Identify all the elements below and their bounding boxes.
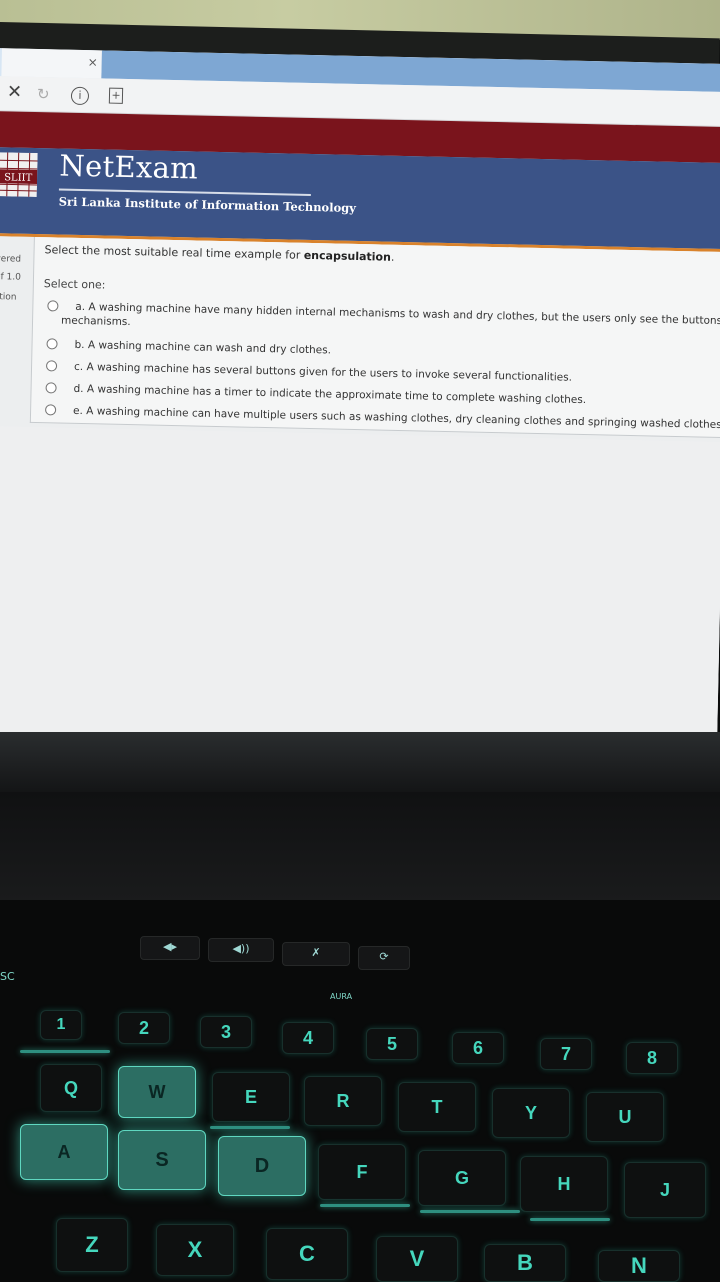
key-f[interactable]: F bbox=[318, 1144, 406, 1200]
fan-mode-key[interactable]: ⟳ bbox=[358, 946, 410, 970]
key-6[interactable]: 6 bbox=[452, 1032, 504, 1064]
flag-question-link[interactable]: stion bbox=[0, 292, 17, 302]
radio-button[interactable] bbox=[45, 360, 58, 372]
laptop-screen: × ✕ ↻ i + SLIIT NetExam Sri Lanka Instit… bbox=[0, 48, 720, 784]
question-keyword: encapsulation bbox=[303, 248, 392, 264]
institute-name: Sri Lanka Institute of Information Techn… bbox=[58, 194, 357, 215]
browser-tab[interactable]: × bbox=[1, 48, 103, 79]
keyboard-backlight-strip bbox=[210, 1126, 290, 1129]
key-c[interactable]: C bbox=[266, 1228, 348, 1280]
key-7[interactable]: 7 bbox=[540, 1038, 592, 1070]
key-3[interactable]: 3 bbox=[200, 1016, 252, 1048]
radio-button[interactable] bbox=[47, 300, 59, 312]
key-u[interactable]: U bbox=[586, 1092, 664, 1142]
screen-bottom-bezel bbox=[0, 732, 720, 792]
key-b[interactable]: B bbox=[484, 1244, 566, 1282]
keyboard-backlight-strip bbox=[530, 1218, 610, 1221]
keyboard-backlight-strip bbox=[20, 1050, 110, 1053]
keyboard-backlight-strip bbox=[320, 1204, 410, 1207]
question-info-panel: vered of 1.0 stion bbox=[0, 236, 36, 302]
question-mark: of 1.0 bbox=[0, 272, 21, 283]
esc-key[interactable]: SC bbox=[0, 970, 15, 983]
key-4[interactable]: 4 bbox=[282, 1022, 334, 1054]
key-h[interactable]: H bbox=[520, 1156, 608, 1212]
key-q[interactable]: Q bbox=[40, 1064, 102, 1112]
question-status: vered bbox=[0, 254, 22, 265]
key-w[interactable]: W bbox=[118, 1066, 196, 1118]
key-s[interactable]: S bbox=[118, 1130, 206, 1190]
aura-key-label: AURA bbox=[330, 992, 353, 1001]
question-text: Select the most suitable real time examp… bbox=[44, 243, 395, 264]
volume-up-key[interactable]: ◀)) bbox=[208, 938, 274, 962]
quiz-content: vered of 1.0 stion Select the most suita… bbox=[0, 235, 720, 784]
mic-mute-key[interactable]: ✗ bbox=[282, 942, 350, 966]
key-8[interactable]: 8 bbox=[626, 1042, 678, 1074]
select-one-label: Select one: bbox=[43, 277, 106, 292]
svg-text:SLIIT: SLIIT bbox=[4, 172, 33, 184]
sliit-logo: SLIIT bbox=[0, 152, 38, 198]
close-tab-icon[interactable]: × bbox=[88, 55, 98, 69]
key-z[interactable]: Z bbox=[56, 1218, 128, 1272]
site-header: SLIIT NetExam Sri Lanka Institute of Inf… bbox=[0, 146, 720, 250]
key-x[interactable]: X bbox=[156, 1224, 234, 1276]
radio-button[interactable] bbox=[45, 404, 57, 416]
radio-button[interactable] bbox=[45, 382, 57, 394]
page-blank-area bbox=[0, 425, 720, 784]
key-5[interactable]: 5 bbox=[366, 1028, 418, 1060]
key-e[interactable]: E bbox=[212, 1072, 290, 1122]
question-box: Select the most suitable real time examp… bbox=[29, 236, 720, 439]
radio-button[interactable] bbox=[46, 338, 58, 350]
reload-icon[interactable]: ↻ bbox=[37, 85, 50, 103]
key-j[interactable]: J bbox=[624, 1162, 706, 1218]
keyboard-backlight-strip bbox=[420, 1210, 520, 1213]
key-t[interactable]: T bbox=[398, 1082, 476, 1132]
info-icon[interactable]: i bbox=[70, 86, 90, 106]
laptop-hinge bbox=[0, 792, 720, 902]
key-v[interactable]: V bbox=[376, 1236, 458, 1282]
key-g[interactable]: G bbox=[418, 1150, 506, 1206]
key-d[interactable]: D bbox=[218, 1136, 306, 1196]
new-page-icon[interactable]: + bbox=[108, 87, 124, 104]
laptop-keyboard-deck: ◀▸ ◀)) ✗ ⟳ SC AURA 1 2 3 4 5 6 7 8 Q W E… bbox=[0, 900, 720, 1282]
key-r[interactable]: R bbox=[304, 1076, 382, 1126]
key-n[interactable]: N bbox=[598, 1250, 680, 1282]
key-y[interactable]: Y bbox=[492, 1088, 570, 1138]
key-1[interactable]: 1 bbox=[40, 1010, 82, 1040]
key-2[interactable]: 2 bbox=[118, 1012, 170, 1044]
key-a[interactable]: A bbox=[20, 1124, 108, 1180]
site-title: NetExam bbox=[59, 148, 199, 186]
volume-down-key[interactable]: ◀▸ bbox=[140, 936, 200, 960]
stop-icon[interactable]: ✕ bbox=[7, 81, 23, 102]
